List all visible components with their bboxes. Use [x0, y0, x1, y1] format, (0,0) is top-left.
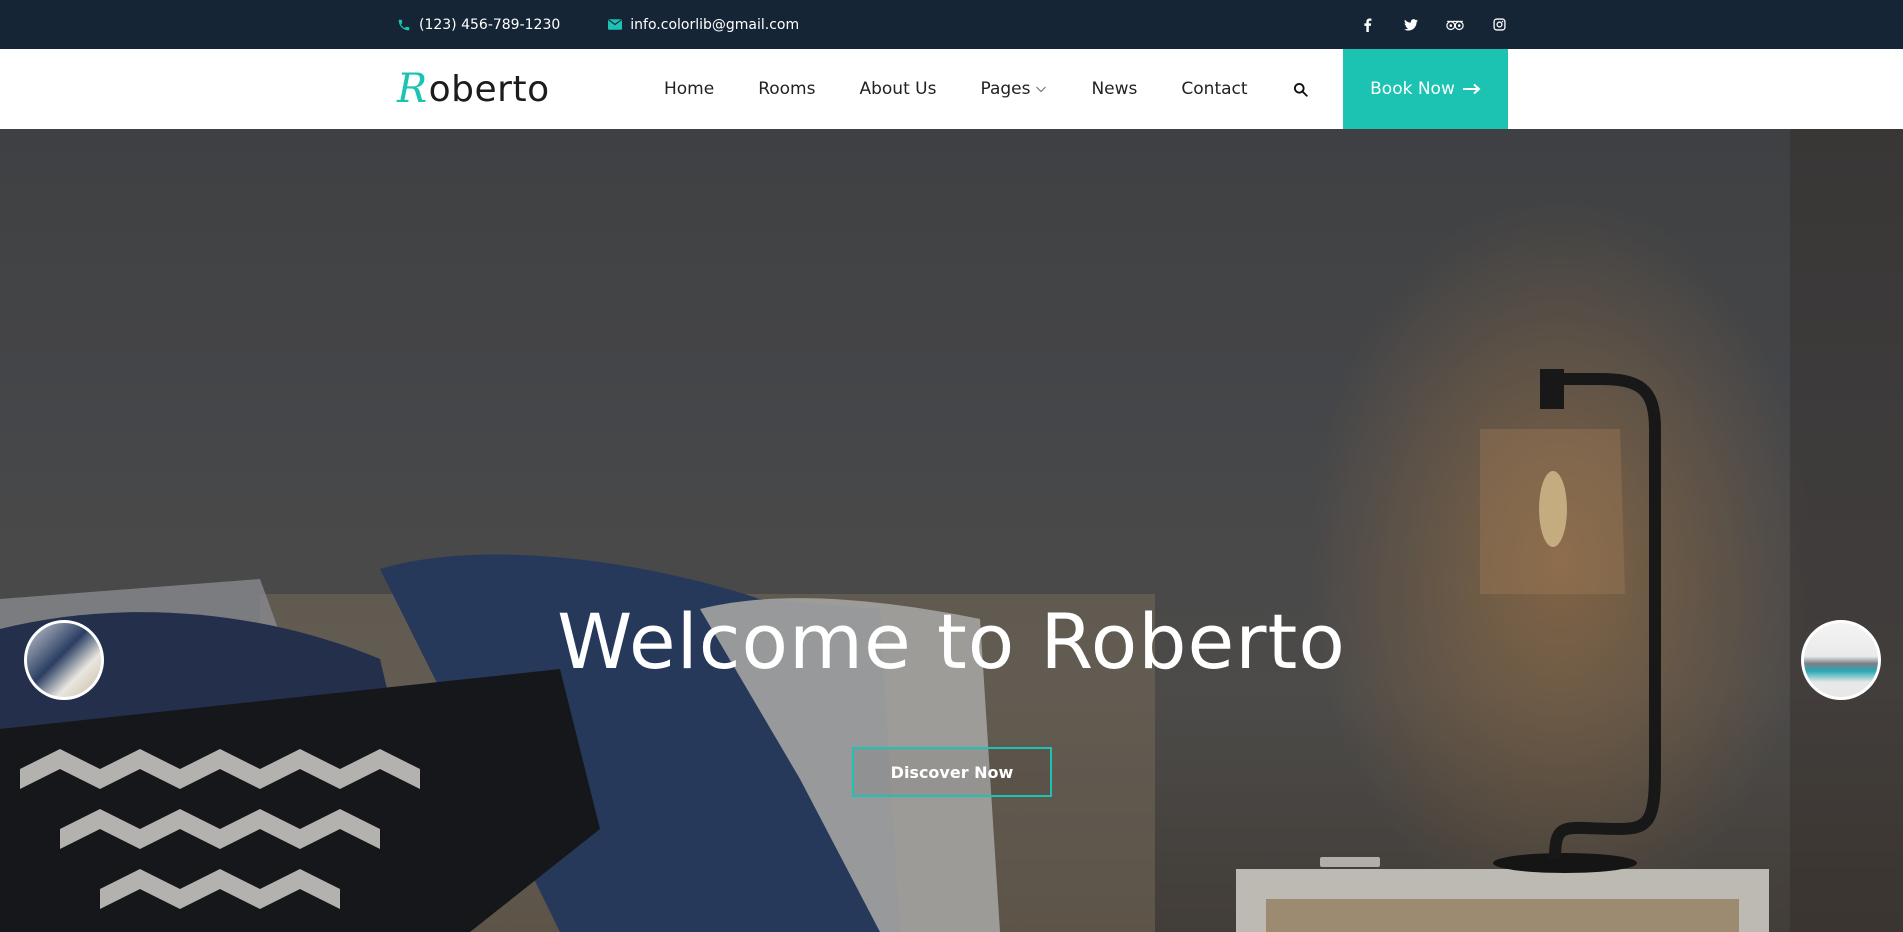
nav-news-label: News	[1091, 79, 1138, 99]
book-now-label: Book Now	[1370, 79, 1455, 99]
nav-home-label: Home	[664, 79, 715, 99]
nav-about-us[interactable]: About Us	[859, 79, 936, 99]
phone-icon	[397, 18, 411, 32]
logo-initial: R	[397, 66, 428, 112]
hero-overlay	[0, 129, 1903, 932]
nav-pages[interactable]: Pages	[980, 79, 1047, 99]
hero-slider: Welcome to Roberto Discover Now	[0, 129, 1903, 932]
arrow-right-icon	[1462, 83, 1481, 95]
site-logo[interactable]: Roberto	[397, 66, 550, 112]
nav-about-us-label: About Us	[859, 79, 937, 99]
book-now-button[interactable]: Book Now	[1343, 49, 1508, 129]
main-header: Roberto Home Rooms About Us Pages News C…	[0, 49, 1903, 129]
main-nav: Home Rooms About Us Pages News Contact	[664, 49, 1310, 129]
logo-text: oberto	[428, 68, 550, 110]
phone-contact[interactable]: (123) 456-789-1230	[397, 17, 560, 33]
facebook-icon[interactable]	[1358, 16, 1376, 34]
next-slide-thumbnail[interactable]	[1801, 620, 1881, 700]
nav-rooms-label: Rooms	[758, 79, 816, 99]
email-text: info.colorlib@gmail.com	[630, 16, 800, 33]
envelope-icon	[608, 18, 623, 32]
tripadvisor-icon[interactable]	[1446, 16, 1464, 34]
instagram-icon[interactable]	[1490, 16, 1508, 34]
nav-news[interactable]: News	[1091, 79, 1137, 99]
social-links	[1332, 16, 1508, 34]
twitter-icon[interactable]	[1402, 16, 1420, 34]
top-bar: (123) 456-789-1230 info.colorlib@gmail.c…	[0, 0, 1903, 49]
discover-now-label: Discover Now	[890, 762, 1014, 782]
chevron-down-icon	[1035, 83, 1047, 95]
nav-contact[interactable]: Contact	[1181, 79, 1247, 99]
nav-pages-label: Pages	[980, 79, 1031, 99]
hero-title: Welcome to Roberto	[557, 597, 1346, 686]
search-icon[interactable]	[1292, 80, 1310, 98]
email-contact[interactable]: info.colorlib@gmail.com	[608, 17, 799, 33]
nav-rooms[interactable]: Rooms	[758, 79, 815, 99]
phone-text: (123) 456-789-1230	[419, 16, 561, 33]
discover-now-button[interactable]: Discover Now	[852, 747, 1052, 797]
prev-slide-thumbnail[interactable]	[24, 620, 104, 700]
nav-contact-label: Contact	[1181, 79, 1248, 99]
top-bar-inner: (123) 456-789-1230 info.colorlib@gmail.c…	[397, 0, 1508, 49]
nav-home[interactable]: Home	[664, 79, 714, 99]
